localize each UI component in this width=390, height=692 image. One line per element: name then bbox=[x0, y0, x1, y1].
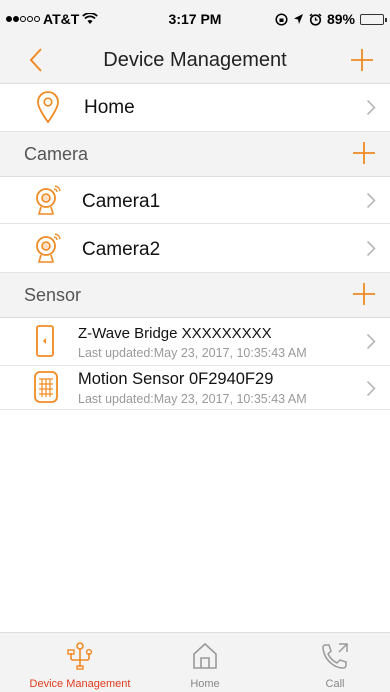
tab-bar: Device Management Home Call bbox=[0, 632, 390, 692]
alarm-icon bbox=[309, 12, 322, 26]
chevron-right-icon bbox=[366, 380, 376, 397]
motion-sensor-icon bbox=[34, 371, 58, 403]
device-tree-icon bbox=[67, 642, 93, 670]
camera-section-title: Camera bbox=[24, 144, 89, 164]
location-arrow-icon bbox=[293, 14, 303, 24]
status-right: 89% bbox=[275, 11, 387, 27]
sensor-row[interactable]: Motion Sensor 0F2940F29 Last updated:May… bbox=[0, 366, 390, 410]
bridge-device-icon bbox=[36, 325, 54, 357]
tab-label: Home bbox=[190, 678, 220, 690]
tab-label: Call bbox=[325, 678, 345, 690]
navigation-bar: Device Management bbox=[0, 38, 390, 84]
status-bar: AT&T 3:17 PM 89% bbox=[0, 0, 390, 38]
sensor-section-title: Sensor bbox=[24, 285, 82, 305]
sensor-last-updated: Last updated:May 23, 2017, 10:35:43 AM bbox=[78, 392, 307, 406]
add-device-plus-icon[interactable] bbox=[350, 48, 374, 72]
add-sensor-plus-icon[interactable] bbox=[352, 282, 376, 306]
camera-label: Camera1 bbox=[82, 191, 161, 212]
camera-icon bbox=[36, 185, 61, 215]
add-camera-plus-icon[interactable] bbox=[352, 141, 376, 165]
house-icon bbox=[193, 642, 217, 669]
page-title: Device Management bbox=[103, 49, 287, 71]
rotation-lock-icon bbox=[275, 12, 288, 26]
home-label: Home bbox=[84, 97, 135, 118]
location-pin-icon bbox=[37, 91, 59, 124]
battery-icon bbox=[360, 13, 387, 25]
camera-label: Camera2 bbox=[82, 239, 161, 260]
phone-call-icon bbox=[322, 643, 348, 669]
home-row[interactable]: Home bbox=[0, 84, 390, 132]
sensor-row[interactable]: Z-Wave Bridge XXXXXXXXX Last updated:May… bbox=[0, 318, 390, 366]
sensor-section-header: Sensor bbox=[0, 273, 390, 318]
battery-percent: 89% bbox=[326, 11, 355, 27]
chevron-right-icon bbox=[366, 333, 376, 350]
camera-section-header: Camera bbox=[0, 132, 390, 177]
tab-label: Device Management bbox=[29, 678, 131, 690]
sensor-name: Z-Wave Bridge XXXXXXXXX bbox=[78, 325, 272, 342]
chevron-right-icon bbox=[366, 99, 376, 116]
camera-icon bbox=[36, 233, 61, 263]
camera-row[interactable]: Camera2 bbox=[0, 224, 390, 273]
tab-device-management[interactable]: Device Management bbox=[0, 633, 160, 692]
chevron-right-icon bbox=[366, 192, 376, 209]
tab-home[interactable]: Home bbox=[160, 633, 250, 692]
tab-call[interactable]: Call bbox=[290, 633, 380, 692]
sensor-last-updated: Last updated:May 23, 2017, 10:35:43 AM bbox=[78, 346, 307, 360]
camera-row[interactable]: Camera1 bbox=[0, 177, 390, 224]
chevron-right-icon bbox=[366, 240, 376, 257]
sensor-name: Motion Sensor 0F2940F29 bbox=[78, 370, 274, 388]
